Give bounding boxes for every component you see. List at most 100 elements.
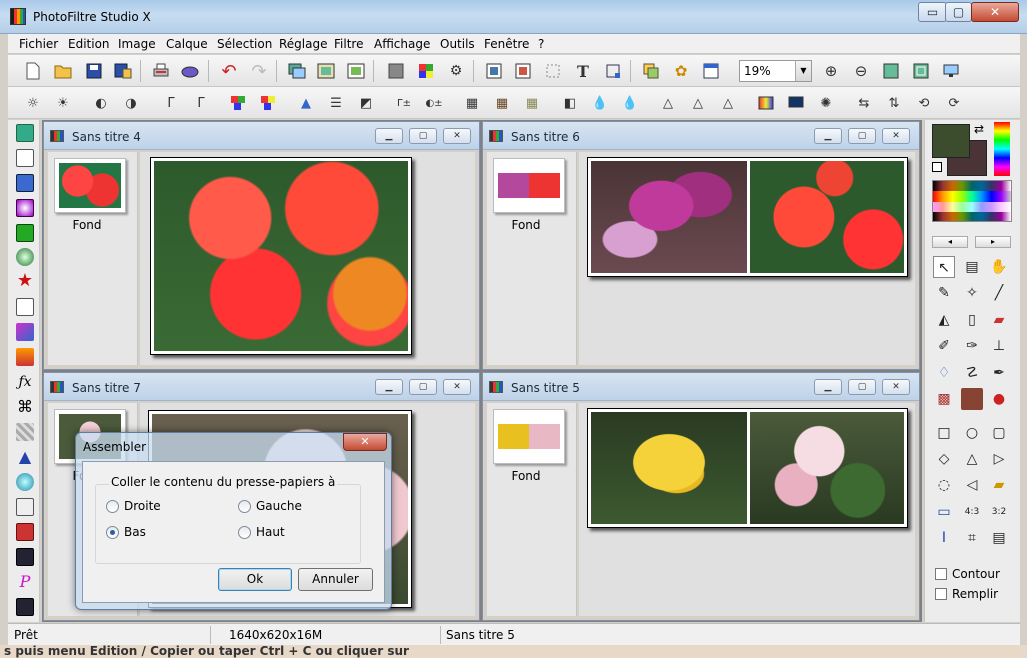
saturation-minus-icon[interactable]	[227, 92, 249, 114]
color-palette-icon[interactable]	[415, 60, 437, 82]
grid-dark-icon[interactable]: ▦	[461, 92, 483, 114]
contour-checkbox[interactable]: Contour	[935, 567, 1000, 581]
film-icon[interactable]	[16, 523, 34, 541]
undo-icon[interactable]: ↶	[218, 60, 240, 82]
redo-icon[interactable]: ↷	[248, 60, 270, 82]
bubble-icon[interactable]	[16, 473, 34, 491]
menu-image[interactable]: Image	[118, 37, 156, 51]
retouch-icon[interactable]: ✒	[988, 362, 1010, 384]
grid-green-icon[interactable]: ▦	[521, 92, 543, 114]
pf-logo-icon[interactable]: P	[16, 573, 34, 591]
radio-haut[interactable]: Haut	[238, 525, 285, 539]
save-2000-icon[interactable]	[16, 548, 34, 566]
doc-maximize-button[interactable]: ▢	[848, 128, 876, 144]
triangle-right-icon[interactable]: ▷	[988, 448, 1010, 470]
doc-minimize-button[interactable]: ▁	[375, 128, 403, 144]
blur-drop-icon[interactable]: ♢	[933, 362, 955, 384]
pattern-icon[interactable]: ⌘	[16, 398, 34, 416]
triangle-icon[interactable]: △	[687, 92, 709, 114]
advanced-brush-icon[interactable]: ✑	[961, 335, 983, 357]
hand-tool-icon[interactable]: ✋	[988, 256, 1010, 278]
actual-size-icon[interactable]	[880, 60, 902, 82]
effect-icon[interactable]: ✺	[815, 92, 837, 114]
menu-selection[interactable]: Sélection	[217, 37, 272, 51]
adjust-icon[interactable]: ☰	[325, 92, 347, 114]
fill-bucket-icon[interactable]: ◭	[933, 309, 955, 331]
display-icon[interactable]	[16, 174, 34, 192]
scan-icon[interactable]	[179, 60, 201, 82]
magic-wand-icon[interactable]: ✧	[961, 282, 983, 304]
smudge-icon[interactable]: ☡	[961, 362, 983, 384]
polygon-icon[interactable]: ◁	[961, 474, 983, 496]
menu-edition[interactable]: Edition	[68, 37, 110, 51]
copy-image-icon[interactable]	[286, 60, 308, 82]
sphere-icon[interactable]	[16, 199, 34, 217]
crop-frame-icon[interactable]: ⌗	[961, 527, 983, 549]
zoom-out-icon[interactable]: ⊖	[850, 60, 872, 82]
portrait-icon[interactable]	[961, 388, 983, 410]
panel-icon[interactable]: ▤	[988, 527, 1010, 549]
stamp-icon[interactable]: ⊥	[988, 335, 1010, 357]
levels-icon[interactable]: ▲	[295, 92, 317, 114]
doc-close-button[interactable]: ✕	[882, 128, 910, 144]
cancel-button[interactable]: Annuler	[298, 568, 373, 591]
saturation-plus-icon[interactable]	[257, 92, 279, 114]
maximize-button[interactable]: ▢	[945, 2, 972, 22]
invert-icon[interactable]: ◩	[355, 92, 377, 114]
monitor-icon[interactable]	[785, 92, 807, 114]
image-canvas[interactable]	[587, 157, 908, 277]
contrast-plus-icon[interactable]: ◑	[120, 92, 142, 114]
star-icon[interactable]: ★	[16, 272, 34, 290]
close-button[interactable]: ✕	[971, 2, 1019, 22]
menu-affichage[interactable]: Affichage	[374, 37, 430, 51]
doc-minimize-button[interactable]: ▁	[814, 128, 842, 144]
fullscreen-icon[interactable]	[940, 60, 962, 82]
rotate-left-icon[interactable]: ⟲	[913, 92, 935, 114]
rounded-rect-icon[interactable]: ▢	[988, 422, 1010, 444]
selection-rect-icon[interactable]: ▭	[933, 501, 955, 523]
rectangle-shape-icon[interactable]: □	[933, 422, 955, 444]
layer-thumbnail[interactable]	[54, 158, 126, 213]
swap-colors-icon[interactable]: ⇄	[974, 122, 984, 136]
gradient-fill-icon[interactable]	[16, 348, 34, 366]
layers-icon[interactable]	[640, 60, 662, 82]
auto-contrast-icon[interactable]: ◐±	[423, 92, 445, 114]
select-tool-icon[interactable]: ▤	[961, 256, 983, 278]
gamma-minus-icon[interactable]: Γ	[160, 92, 182, 114]
open-selection-icon[interactable]: ▰	[988, 474, 1010, 496]
radio-droite[interactable]: Droite	[106, 499, 161, 513]
ellipse-shape-icon[interactable]: ○	[961, 422, 983, 444]
auto-levels-icon[interactable]: Γ±	[393, 92, 415, 114]
new-file-icon[interactable]	[22, 60, 44, 82]
automate-icon[interactable]: ⚙	[445, 60, 467, 82]
paste-new-icon[interactable]	[345, 60, 367, 82]
zoom-in-icon[interactable]: ⊕	[820, 60, 842, 82]
menu-calque[interactable]: Calque	[166, 37, 208, 51]
menu-fenetre[interactable]: Fenêtre	[484, 37, 529, 51]
ratio-32-icon[interactable]: 3:2	[988, 501, 1010, 523]
doc-close-button[interactable]: ✕	[443, 379, 471, 395]
strawberry-icon[interactable]: ●	[988, 388, 1010, 410]
window-icon[interactable]	[700, 60, 722, 82]
image-canvas[interactable]	[587, 408, 908, 528]
hue-strip[interactable]	[994, 122, 1010, 176]
grayscale-icon[interactable]	[385, 60, 407, 82]
flip-h-icon[interactable]: ⇆	[853, 92, 875, 114]
function-icon[interactable]: ƒx	[16, 373, 34, 391]
palette-next-button[interactable]: ▸	[975, 236, 1011, 248]
drop-plus-icon[interactable]: 💧	[619, 92, 641, 114]
ratio-43-icon[interactable]: 4:3	[961, 501, 983, 523]
layer-thumbnail[interactable]	[493, 158, 565, 213]
menu-fichier[interactable]: Fichier	[19, 37, 58, 51]
sharpen-icon[interactable]: △	[657, 92, 679, 114]
eraser-icon[interactable]: ▰	[988, 309, 1010, 331]
document-icon[interactable]	[16, 149, 34, 167]
save-icon[interactable]	[83, 60, 105, 82]
brush-icon[interactable]: ✐	[933, 335, 955, 357]
contrast-minus-icon[interactable]: ◐	[90, 92, 112, 114]
texture-icon[interactable]	[16, 423, 34, 441]
paste-image-icon[interactable]	[315, 60, 337, 82]
triangle-shape-icon[interactable]: △	[961, 448, 983, 470]
gradient-icon[interactable]	[755, 92, 777, 114]
spray-icon[interactable]: ▯	[961, 309, 983, 331]
